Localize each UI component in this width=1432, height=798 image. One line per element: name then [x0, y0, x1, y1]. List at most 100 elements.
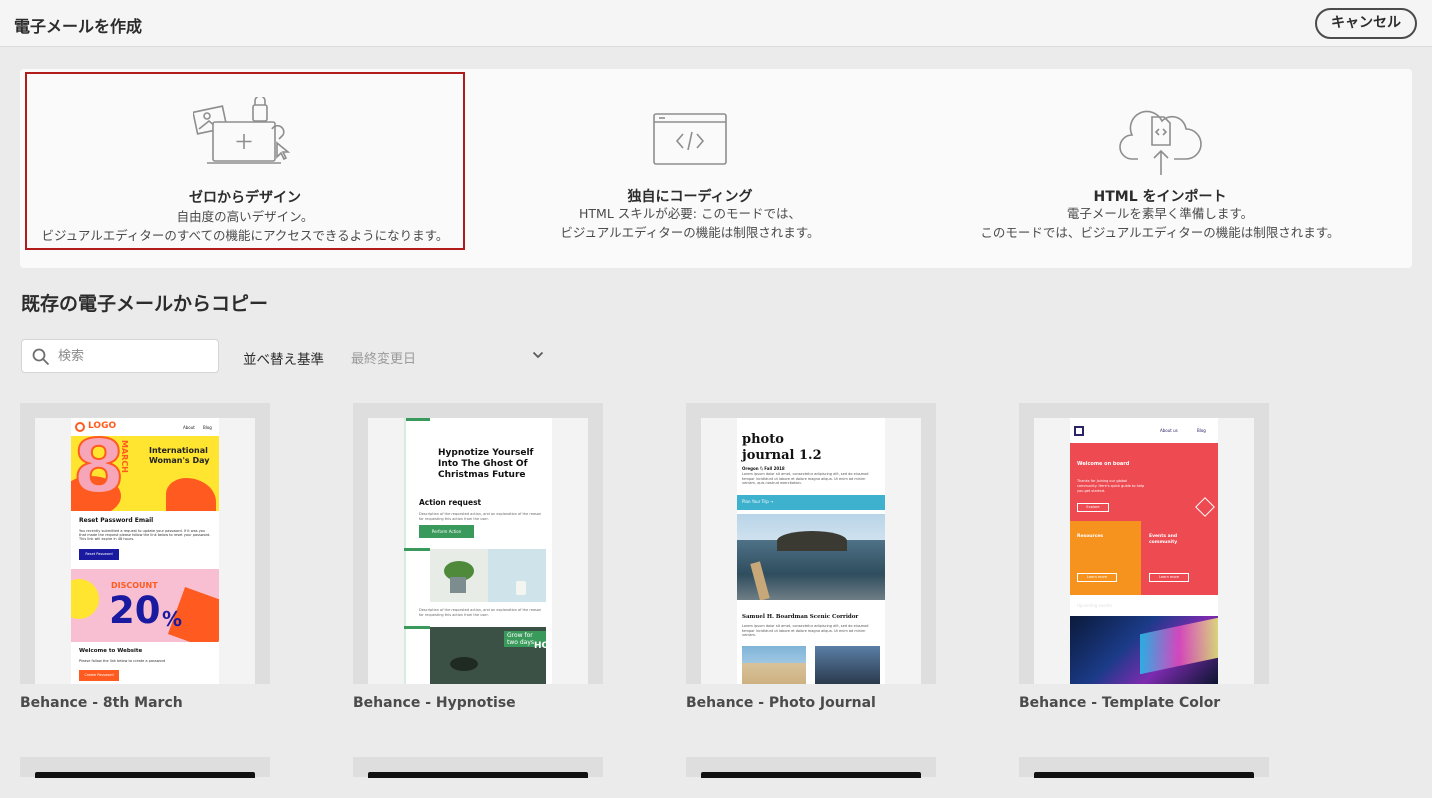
template-thumbnail: About us Blog Welcome on board Thanks fo… — [1019, 403, 1269, 684]
preview-hero: 8 MARCH International Woman's Day — [71, 436, 219, 511]
preview-event-photo — [1070, 616, 1218, 684]
preview-discount-value: 20 — [109, 589, 161, 632]
preview-caption: Upcoming events — [1077, 603, 1112, 608]
sort-label: 並べ替え基準 — [243, 352, 324, 368]
template-name: Behance - Hypnotise — [353, 695, 516, 711]
mode-description-line: ビジュアルエディターのすべての機能にアクセスできるようになります。 — [41, 228, 449, 243]
cancel-button[interactable]: キャンセル — [1315, 8, 1417, 39]
top-bar: 電子メールを作成 キャンセル — [0, 0, 1432, 47]
template-card-partial[interactable] — [1019, 757, 1269, 778]
image-block — [516, 581, 526, 595]
preview-headline: photo — [742, 432, 784, 447]
template-preview: About us Blog Welcome on board Thanks fo… — [1070, 418, 1218, 684]
template-thumbnail-edge — [1034, 772, 1254, 778]
image-block — [1140, 617, 1218, 675]
template-thumbnail-frame: About us Blog Welcome on board Thanks fo… — [1034, 418, 1254, 684]
mode-description-line: 自由度の高いデザイン。 — [176, 209, 314, 224]
preview-nav-link: About us — [1160, 428, 1178, 433]
preview-heading: Welcome to Website — [79, 648, 143, 654]
mode-description-line: HTML スキルが必要: このモードでは、 — [579, 206, 801, 221]
preview-sunset-photo — [815, 646, 880, 684]
preview-text: Description of the requested action, and… — [419, 512, 542, 521]
page-title: 電子メールを作成 — [14, 17, 143, 36]
preview-button: Create Password — [79, 670, 119, 681]
mode-import-html[interactable]: HTML をインポート 電子メールを素早く準備します。 このモードでは、ビジュア… — [925, 69, 1395, 268]
template-card-partial[interactable] — [353, 757, 603, 778]
sort-value: 最終変更日 — [351, 352, 417, 367]
mode-title: 独自にコーディング — [627, 189, 753, 205]
mode-description-line: 電子メールを素早く準備します。 — [1066, 206, 1254, 221]
mode-description: 自由度の高いデザイン。 ビジュアルエディターのすべての機能にアクセスできるように… — [27, 207, 463, 245]
chevron-down-icon — [532, 351, 544, 359]
template-thumbnail: photo journal 1.2 Oregon \\ Fall 2018 Lo… — [686, 403, 936, 684]
preview-promo-text: HOW? — [534, 641, 546, 651]
template-thumbnail-frame: Hypnotize Yourself Into The Ghost Of Chr… — [368, 418, 588, 684]
template-thumbnail: LOGO About Blog 8 MARCH International Wo… — [20, 403, 270, 684]
mode-design-from-scratch[interactable]: ゼロからデザイン 自由度の高いデザイン。 ビジュアルエディターのすべての機能にア… — [25, 72, 465, 250]
preview-button: Explore — [1077, 503, 1109, 512]
template-card-partial[interactable] — [20, 757, 270, 778]
preview-button: Perform Action — [419, 525, 474, 538]
template-name: Behance - Photo Journal — [686, 695, 876, 711]
mode-title: HTML をインポート — [1093, 189, 1227, 205]
preview-cta-text: Plan Your Trip → — [742, 499, 774, 504]
template-preview: Hypnotize Yourself Into The Ghost Of Chr… — [404, 418, 552, 684]
preview-event: International Woman's Day — [149, 446, 210, 465]
template-thumbnail-edge — [701, 772, 921, 778]
template-card-partial[interactable] — [686, 757, 936, 778]
preview-headline: Hypnotize Yourself Into The Ghost Of Chr… — [438, 448, 534, 480]
preview-text: Description of the requested action, and… — [419, 608, 542, 617]
mode-title: ゼロからデザイン — [189, 190, 301, 206]
preview-tile-title: Resources — [1077, 534, 1104, 539]
preview-tile-resources: Resources Learn more — [1070, 521, 1141, 595]
template-thumbnail-edge — [368, 772, 588, 778]
sort-dropdown[interactable]: 最終変更日 — [351, 342, 549, 370]
search-box — [21, 339, 219, 373]
preview-headline: journal 1.2 — [742, 448, 822, 463]
preview-hero: Welcome on board Thanks for joining our … — [1070, 443, 1218, 595]
preview-accent-line — [404, 626, 430, 629]
mode-code-your-own[interactable]: 独自にコーディング HTML スキルが必要: このモードでは、 ビジュアルエディ… — [525, 69, 855, 268]
preview-tile-title: Events and community — [1149, 534, 1178, 545]
template-preview: photo journal 1.2 Oregon \\ Fall 2018 Lo… — [737, 418, 885, 684]
preview-text: Thanks for joining our global community.… — [1077, 479, 1145, 493]
preview-heading: Welcome on board — [1077, 461, 1130, 467]
mode-description-line: このモードでは、ビジュアルエディターの機能は制限されます。 — [980, 225, 1340, 240]
logo-icon — [75, 422, 85, 432]
template-name: Behance - 8th March — [20, 695, 183, 711]
design-from-scratch-icon — [193, 97, 291, 164]
template-preview: LOGO About Blog 8 MARCH International Wo… — [71, 418, 219, 684]
preview-promo-image: Grow for two days HOW? — [430, 627, 546, 684]
copy-section-title: 既存の電子メールからコピー — [21, 293, 269, 315]
search-input[interactable] — [58, 340, 213, 372]
template-thumbnail: Hypnotize Yourself Into The Ghost Of Chr… — [353, 403, 603, 684]
template-thumbnail-frame: photo journal 1.2 Oregon \\ Fall 2018 Lo… — [701, 418, 921, 684]
preview-text: Lorem ipsum dolor sit amet, consectetur … — [742, 624, 869, 637]
image-block — [750, 561, 770, 600]
search-icon — [32, 348, 50, 366]
preview-big-number: 8 — [72, 436, 125, 510]
preview-heading: Reset Password Email — [79, 517, 154, 524]
mode-description-line: ビジュアルエディターの機能は制限されます。 — [560, 225, 820, 240]
preview-heading: Action request — [419, 498, 482, 507]
design-mode-panel: ゼロからデザイン 自由度の高いデザイン。 ビジュアルエディターのすべての機能にア… — [20, 69, 1412, 268]
banner-decoration — [71, 579, 99, 619]
preview-text: Lorem ipsum dolor sit amet, consectetur … — [742, 472, 869, 485]
preview-accent-line — [404, 418, 430, 421]
preview-coast-photo — [737, 514, 885, 600]
preview-percent-sign: % — [162, 607, 183, 631]
hero-decoration — [166, 478, 216, 511]
diamond-icon — [1195, 497, 1215, 517]
mode-description: 電子メールを素早く準備します。 このモードでは、ビジュアルエディターの機能は制限… — [925, 204, 1395, 242]
preview-button: Learn more — [1149, 573, 1189, 582]
preview-tile-events: Events and community Learn more — [1142, 521, 1218, 595]
image-block — [777, 531, 847, 551]
preview-nav-link: Blog — [1197, 428, 1206, 433]
template-thumbnail-edge — [35, 772, 255, 778]
code-icon — [653, 113, 727, 165]
image-block — [450, 657, 478, 671]
preview-logo: LOGO — [88, 421, 117, 431]
preview-discount-banner: DISCOUNT 20 % — [71, 569, 219, 642]
preview-heading: Samuel H. Boardman Scenic Corridor — [742, 614, 859, 620]
image-block — [450, 577, 466, 593]
